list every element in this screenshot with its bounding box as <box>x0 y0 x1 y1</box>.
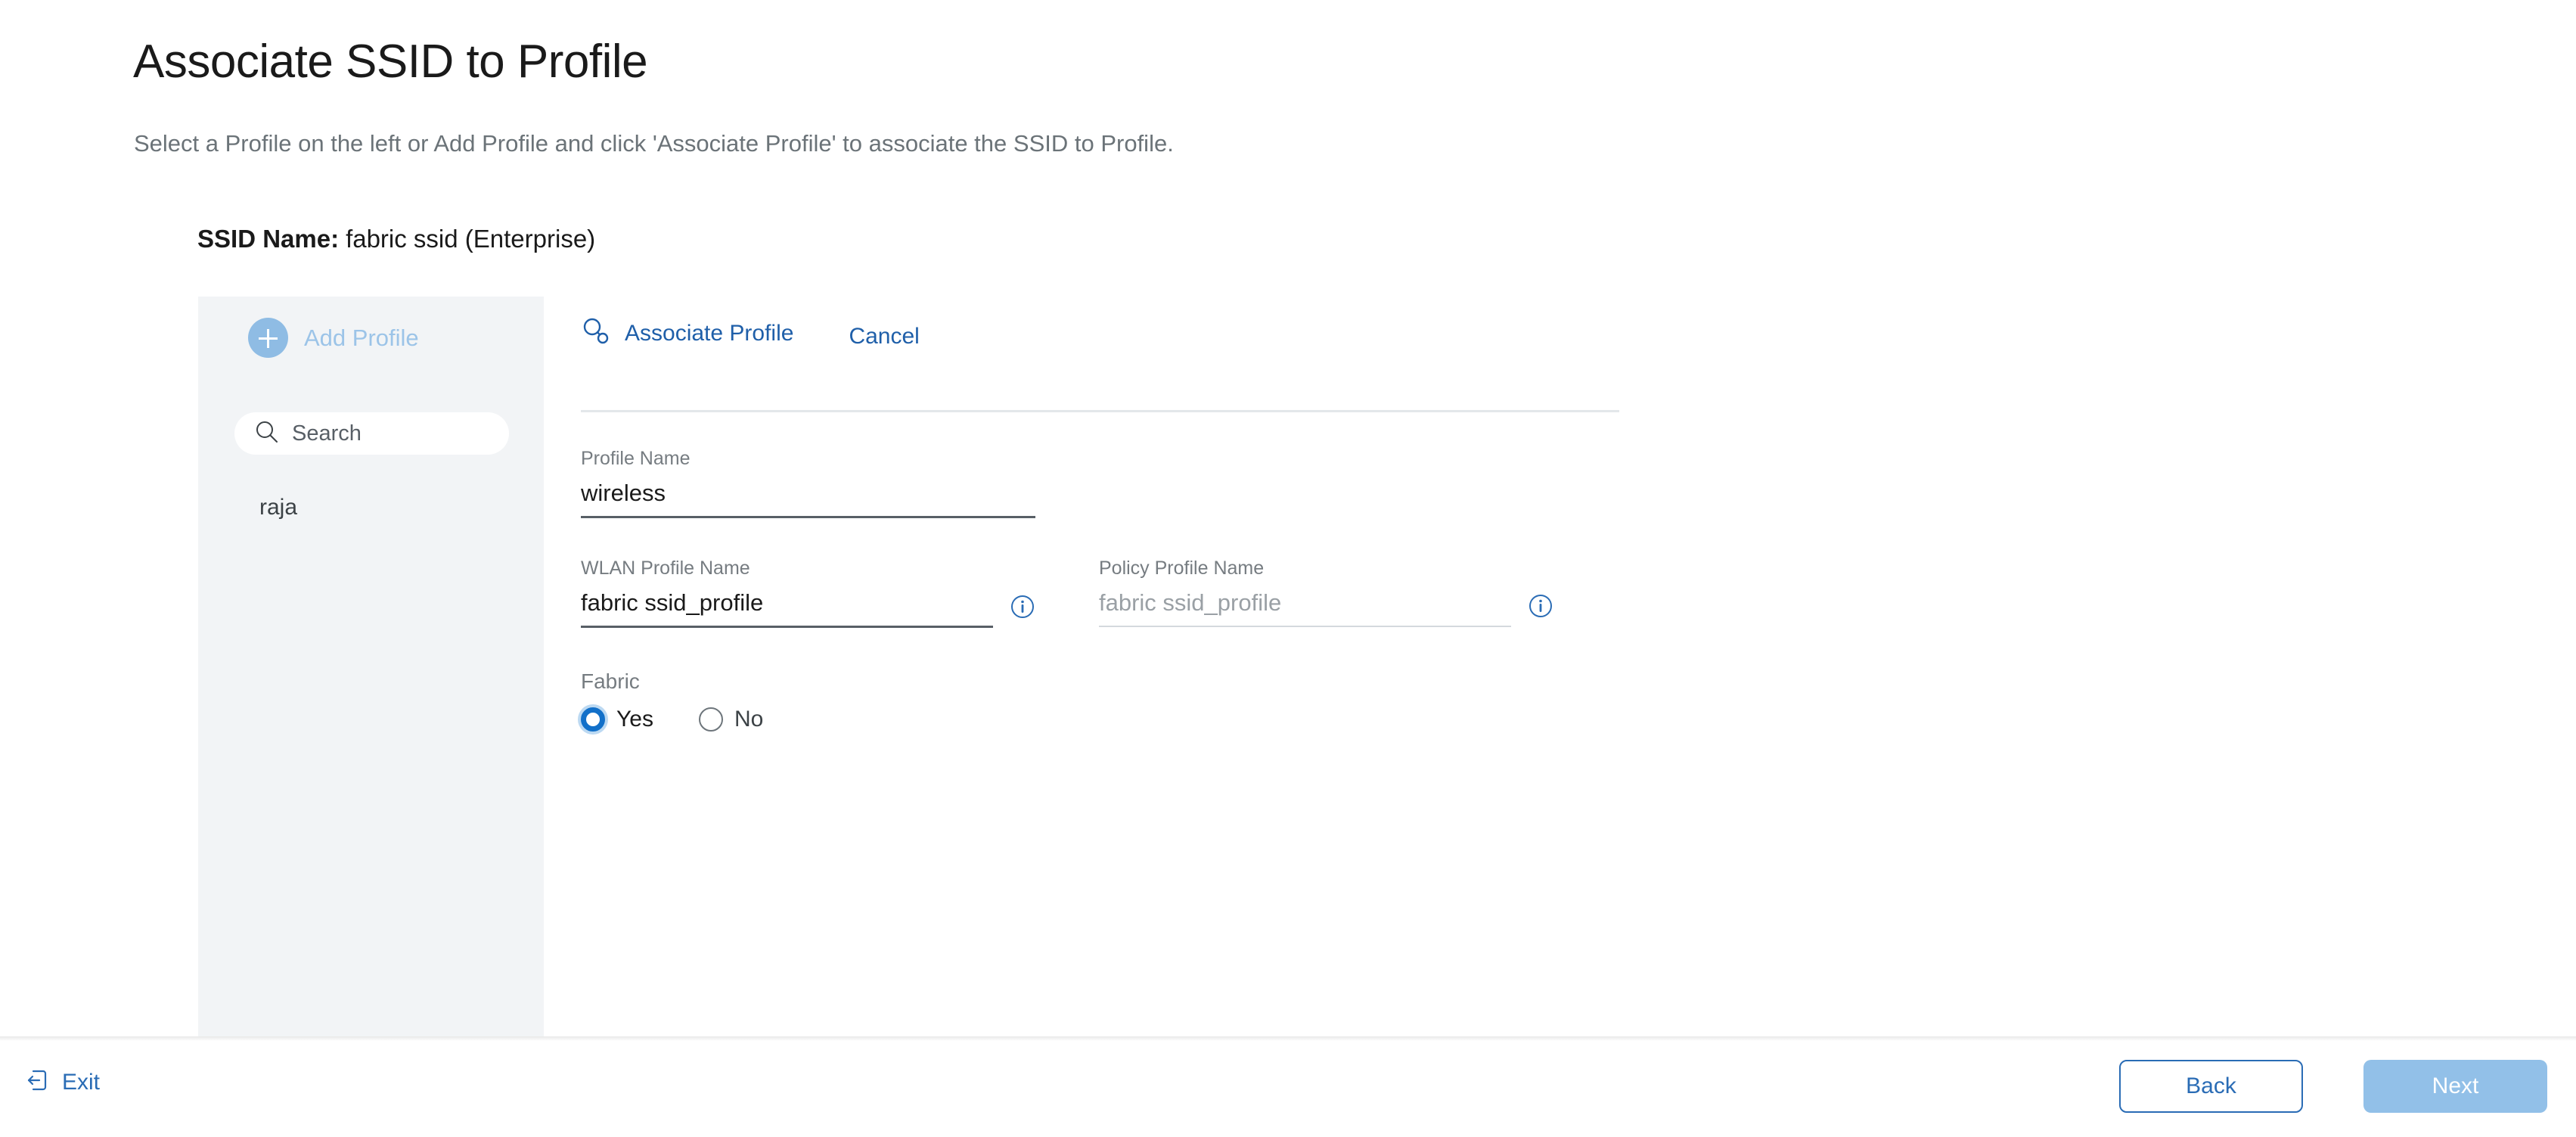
fabric-radio-group: Fabric Yes No <box>581 669 808 732</box>
fabric-label: Fabric <box>581 669 640 693</box>
form-actions: Associate Profile Cancel <box>581 315 920 351</box>
exit-label: Exit <box>62 1069 101 1095</box>
profile-detail-form: Associate Profile Cancel Profile Name wi… <box>544 297 2576 1036</box>
fabric-radio-yes-label: Yes <box>616 707 653 732</box>
back-button[interactable]: Back <box>2119 1060 2303 1113</box>
page-title: Associate SSID to Profile <box>133 36 648 88</box>
form-divider <box>581 410 1619 412</box>
profile-name-label: Profile Name <box>581 448 691 469</box>
radio-mark-no <box>698 707 723 732</box>
fabric-radio-no[interactable]: No <box>698 707 764 732</box>
policy-profile-name-underline <box>1099 626 1511 627</box>
footer-bar: Exit Back Next <box>0 1041 2576 1137</box>
list-item[interactable]: raja <box>198 487 544 528</box>
fabric-options: Yes No <box>581 707 808 732</box>
ssid-name-value: fabric ssid (Enterprise) <box>346 225 596 253</box>
exit-button[interactable]: Exit <box>24 1067 100 1097</box>
policy-profile-name-label: Policy Profile Name <box>1099 558 1265 579</box>
search-icon <box>254 419 280 449</box>
exit-arrow-icon <box>24 1067 50 1097</box>
associate-link-icon <box>581 315 613 351</box>
profile-name-underline <box>581 516 1035 518</box>
profile-name-field[interactable]: Profile Name wireless <box>581 448 1035 518</box>
add-profile-label: Add Profile <box>304 324 419 351</box>
associate-profile-button[interactable]: Associate Profile <box>581 315 793 351</box>
info-icon[interactable] <box>1010 594 1035 623</box>
next-button[interactable]: Next <box>2363 1060 2547 1113</box>
profile-name-value: wireless <box>581 480 666 506</box>
fabric-radio-yes[interactable]: Yes <box>581 707 653 732</box>
policy-profile-name-row: fabric ssid_profile <box>1099 589 1553 627</box>
profile-list-panel: Add Profile Search raja <box>198 297 544 1036</box>
fabric-radio-no-label: No <box>734 707 764 732</box>
radio-mark-yes <box>581 707 605 732</box>
search-input[interactable]: Search <box>234 412 509 455</box>
info-icon[interactable] <box>1528 593 1553 623</box>
associate-profile-label: Associate Profile <box>625 320 794 346</box>
page-subtitle: Select a Profile on the left or Add Prof… <box>134 130 1174 157</box>
plus-circle-icon <box>248 318 288 358</box>
wlan-profile-name-row: fabric ssid_profile <box>581 589 1035 628</box>
policy-profile-name-value: fabric ssid_profile <box>1099 589 1282 616</box>
add-profile-button[interactable]: Add Profile <box>248 318 419 358</box>
profile-list: raja <box>198 487 544 528</box>
wlan-profile-name-field[interactable]: WLAN Profile Name fabric ssid_profile <box>581 558 1035 628</box>
wlan-profile-name-label: WLAN Profile Name <box>581 558 750 579</box>
content-area: Add Profile Search raja Associate Profil… <box>0 297 2576 1036</box>
cancel-button[interactable]: Cancel <box>849 317 919 349</box>
wlan-profile-name-value: fabric ssid_profile <box>581 589 764 616</box>
ssid-name-label: SSID Name: <box>197 225 340 253</box>
ssid-name-row: SSID Name: fabric ssid (Enterprise) <box>197 225 595 253</box>
footer-navigation: Back Next <box>2119 1060 2547 1113</box>
policy-profile-name-field[interactable]: Policy Profile Name fabric ssid_profile <box>1099 558 1553 627</box>
wlan-profile-name-underline <box>581 626 993 628</box>
search-placeholder: Search <box>292 421 362 446</box>
